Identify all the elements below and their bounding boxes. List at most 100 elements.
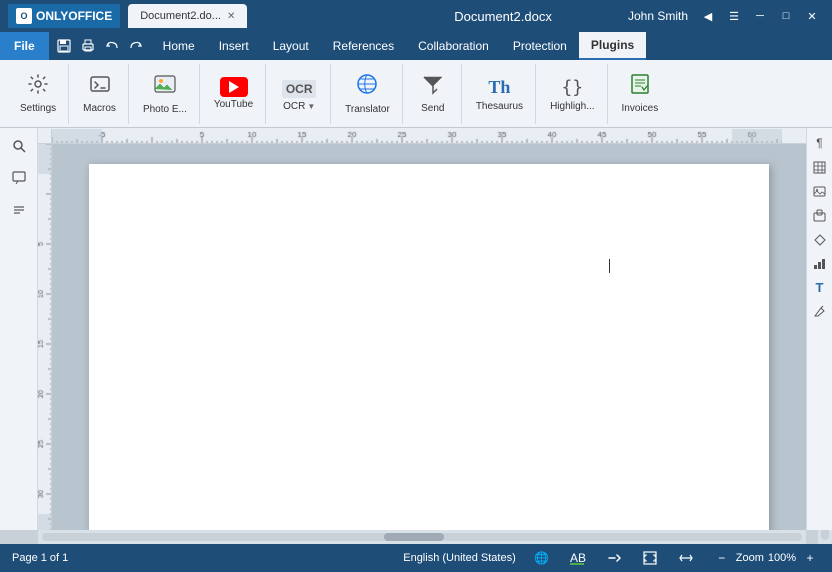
settings-icon (27, 73, 49, 101)
photo-editor-label: Photo E... (143, 104, 187, 115)
save-button[interactable] (53, 35, 75, 57)
translator-icon (355, 72, 379, 102)
right-sidebar-chart-icon[interactable] (809, 252, 831, 274)
ruler-corner (38, 129, 52, 143)
right-sidebar-signature-icon[interactable] (809, 228, 831, 250)
send-label: Send (421, 103, 444, 114)
send-icon (422, 73, 444, 101)
app-name: ONLYOFFICE (36, 9, 112, 23)
invoices-group: Invoices (610, 64, 671, 124)
photo-editor-button[interactable]: Photo E... (137, 67, 193, 121)
vertical-ruler (38, 144, 52, 530)
title-bar: O ONLYOFFICE Document2.do... ✕ Document2… (0, 0, 832, 32)
horizontal-scroll-thumb[interactable] (384, 533, 444, 541)
invoices-label: Invoices (622, 103, 659, 114)
photo-editor-group: Photo E... (131, 64, 200, 124)
sidebar-paragraph-icon[interactable] (5, 196, 33, 224)
right-sidebar-shape-icon[interactable] (809, 204, 831, 226)
thesaurus-group: Th Thesaurus (464, 64, 536, 124)
menu-button[interactable]: ☰ (722, 7, 746, 25)
tab-close-icon[interactable]: ✕ (227, 11, 235, 22)
right-sidebar-table-icon[interactable] (809, 156, 831, 178)
photo-editor-icon (153, 72, 177, 102)
zoom-percent: 100% (768, 552, 796, 564)
zoom-level: Zoom (736, 552, 764, 564)
ocr-group: OCR OCR ▼ (268, 64, 331, 124)
document-tab[interactable]: Document2.do... ✕ (128, 4, 247, 28)
tab-area: Document2.do... ✕ (128, 4, 378, 28)
language-info: English (United States) (403, 552, 516, 564)
highlight-button[interactable]: {} Highligh... (544, 67, 600, 121)
user-name: John Smith (628, 9, 688, 23)
page-info: Page 1 of 1 (12, 552, 68, 564)
redo-button[interactable] (125, 35, 147, 57)
macros-icon (89, 73, 111, 101)
print-button[interactable] (77, 35, 99, 57)
ocr-label: OCR (283, 101, 305, 112)
right-sidebar-paragraph-icon[interactable]: ¶ (809, 132, 831, 154)
tab-title: Document2.do... (140, 10, 221, 22)
right-sidebar-image-icon[interactable] (809, 180, 831, 202)
menu-layout[interactable]: Layout (261, 32, 321, 60)
maximize-button[interactable]: □ (774, 7, 798, 25)
highlight-group: {} Highligh... (538, 64, 607, 124)
menu-references[interactable]: References (321, 32, 406, 60)
highlight-icon: {} (561, 76, 583, 99)
document-page[interactable] (89, 164, 769, 530)
menu-bar: Home Insert Layout References Collaborat… (151, 32, 832, 60)
menu-protection[interactable]: Protection (501, 32, 579, 60)
spell-check-icon[interactable]: ABC (568, 548, 588, 568)
macros-group: Macros (71, 64, 129, 124)
right-sidebar-text-icon[interactable]: T (809, 276, 831, 298)
zoom-control: − Zoom 100% + (712, 548, 820, 568)
undo-button[interactable] (101, 35, 123, 57)
translator-group: Translator (333, 64, 403, 124)
menu-home[interactable]: Home (151, 32, 207, 60)
sidebar-right: ¶ T (806, 128, 832, 530)
send-button[interactable]: Send (411, 67, 455, 121)
svg-text:ABC: ABC (570, 551, 586, 565)
fit-width-icon[interactable] (676, 548, 696, 568)
menu-insert[interactable]: Insert (207, 32, 261, 60)
horizontal-scrollbar[interactable] (38, 530, 806, 544)
horizontal-scroll-track[interactable] (42, 533, 802, 541)
window-controls: ◀ ☰ ─ □ ✕ (696, 7, 824, 25)
minimize-button[interactable]: ─ (748, 7, 772, 25)
settings-label: Settings (20, 103, 56, 114)
menu-collaboration[interactable]: Collaboration (406, 32, 501, 60)
sidebar-comment-icon[interactable] (5, 164, 33, 192)
macros-label: Macros (83, 103, 116, 114)
right-sidebar-handwriting-icon[interactable] (809, 300, 831, 322)
track-changes-icon[interactable] (604, 548, 624, 568)
invoices-button[interactable]: Invoices (616, 67, 665, 121)
quick-access-area: File Home Insert Layout References Colla… (0, 32, 832, 60)
ocr-dropdown-icon: ▼ (307, 102, 315, 111)
horizontal-ruler (52, 129, 806, 143)
file-menu-button[interactable]: File (0, 32, 49, 60)
translator-button[interactable]: Translator (339, 67, 396, 121)
thesaurus-button[interactable]: Th Thesaurus (470, 67, 529, 121)
close-button[interactable]: ✕ (800, 7, 824, 25)
sidebar-search-icon[interactable] (5, 132, 33, 160)
thesaurus-label: Thesaurus (476, 101, 523, 112)
language-globe-icon[interactable]: 🌐 (532, 548, 552, 568)
youtube-icon (220, 77, 248, 97)
menu-plugins[interactable]: Plugins (579, 32, 646, 60)
ocr-button[interactable]: OCR OCR ▼ (274, 67, 324, 121)
zoom-in-button[interactable]: + (800, 548, 820, 568)
send-group: Send (405, 64, 462, 124)
macros-button[interactable]: Macros (77, 67, 122, 121)
youtube-group: YouTube (202, 64, 266, 124)
zoom-out-button[interactable]: − (712, 548, 732, 568)
settings-button[interactable]: Settings (14, 67, 62, 121)
youtube-button[interactable]: YouTube (208, 67, 259, 121)
sidebar-left (0, 128, 38, 530)
nav-back-button[interactable]: ◀ (696, 7, 720, 25)
app-logo-icon: O (16, 8, 32, 24)
settings-group: Settings (8, 64, 69, 124)
app-logo[interactable]: O ONLYOFFICE (8, 4, 120, 28)
fit-page-icon[interactable] (640, 548, 660, 568)
youtube-label: YouTube (214, 99, 253, 110)
translator-label: Translator (345, 104, 390, 115)
document-area[interactable] (52, 144, 806, 530)
